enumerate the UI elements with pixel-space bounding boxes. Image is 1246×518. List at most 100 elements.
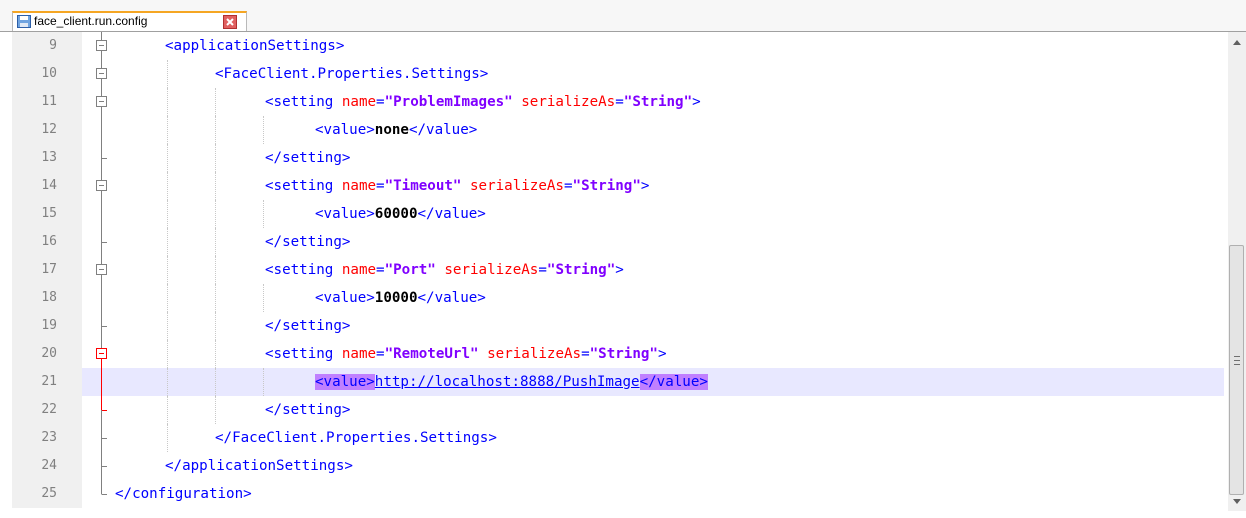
grip-icon — [1234, 356, 1240, 365]
code-text[interactable]: </setting> — [265, 396, 350, 424]
code-line[interactable]: 22 </setting> — [12, 396, 1224, 424]
line-number: 15 — [12, 200, 82, 228]
code-line[interactable]: 25 </configuration> — [12, 480, 1224, 508]
xml-tag: <FaceClient.Properties.Settings> — [215, 66, 489, 82]
tab-title: face_client.run.config — [34, 14, 148, 28]
xml-tag: > — [640, 178, 650, 194]
xml-tag — [513, 94, 522, 110]
xml-text: 60000 — [374, 206, 418, 222]
code-line[interactable]: 9 <applicationSettings> — [12, 32, 1224, 60]
line-number: 25 — [12, 480, 82, 508]
code-text[interactable]: <value>none</value> — [315, 116, 477, 144]
code-line[interactable]: 24 </applicationSettings> — [12, 452, 1224, 480]
xml-tag: <setting — [265, 178, 342, 194]
code-text[interactable]: </FaceClient.Properties.Settings> — [215, 424, 497, 452]
fold-collapse-icon[interactable] — [92, 172, 112, 200]
code-line[interactable]: 11 <setting name="ProblemImages" serializ… — [12, 88, 1224, 116]
xml-tag: > — [657, 346, 667, 362]
arrow-down-icon[interactable] — [1233, 499, 1241, 504]
code-text[interactable]: <setting name="Port" serializeAs="String… — [265, 256, 624, 284]
xml-tag: </value> — [417, 206, 486, 222]
fold-end-icon — [101, 228, 107, 256]
xml-tag: = — [376, 262, 385, 278]
code-text[interactable]: <setting name="ProblemImages" serializeA… — [265, 88, 701, 116]
code-line[interactable]: 21 <value>http://localhost:8888/PushImage… — [12, 368, 1224, 396]
indent-guide — [215, 88, 216, 116]
code-text[interactable]: <FaceClient.Properties.Settings> — [215, 60, 488, 88]
fold-end-icon — [101, 452, 107, 480]
code-text[interactable]: <value>http://localhost:8888/PushImage</… — [315, 368, 708, 396]
code-line[interactable]: 19 </setting> — [12, 312, 1224, 340]
indent-guide — [167, 368, 168, 396]
tab-bar: face_client.run.config — [0, 0, 1246, 32]
code-text[interactable]: </configuration> — [115, 480, 252, 508]
code-line[interactable]: 13 </setting> — [12, 144, 1224, 172]
xml-attribute-value: "String" — [623, 94, 693, 110]
fold-end-icon — [101, 144, 107, 172]
xml-tag: > — [615, 262, 624, 278]
indent-guide — [167, 228, 168, 256]
code-text[interactable]: <setting name="RemoteUrl" serializeAs="S… — [265, 340, 667, 368]
indent-guide — [215, 172, 216, 200]
code-line[interactable]: 15 <value>60000</value> — [12, 200, 1224, 228]
line-number: 9 — [12, 32, 82, 60]
code-text[interactable]: </setting> — [265, 144, 350, 172]
code-text[interactable]: <setting name="Timeout" serializeAs="Str… — [265, 172, 649, 200]
fold-end-icon — [101, 480, 107, 495]
code-line[interactable]: 12 <value>none</value> — [12, 116, 1224, 144]
fold-collapse-icon[interactable] — [92, 32, 112, 60]
xml-tag: <value> — [315, 290, 375, 306]
code-text[interactable]: </applicationSettings> — [165, 452, 353, 480]
xml-attribute: name — [341, 94, 377, 110]
code-line[interactable]: 17 <setting name="Port" serializeAs="Stri… — [12, 256, 1224, 284]
xml-attribute: name — [341, 262, 377, 278]
url-link[interactable]: http://localhost:8888/PushImage — [375, 374, 640, 390]
close-icon[interactable] — [223, 15, 237, 29]
fold-end-icon — [101, 396, 107, 424]
vertical-scrollbar[interactable] — [1228, 32, 1246, 511]
code-text[interactable]: </setting> — [265, 228, 350, 256]
code-line[interactable]: 23 </FaceClient.Properties.Settings> — [12, 424, 1224, 452]
arrow-up-icon[interactable] — [1233, 40, 1241, 45]
code-line[interactable]: 14 <setting name="Timeout" serializeAs="S… — [12, 172, 1224, 200]
xml-tag: <applicationSettings> — [165, 38, 345, 54]
code-editor[interactable]: 9 <applicationSettings> 10 <FaceClient.Prop… — [12, 32, 1224, 511]
fold-collapse-icon[interactable] — [92, 256, 112, 284]
fold-collapse-icon[interactable] — [92, 340, 112, 368]
code-line[interactable]: 16 </setting> — [12, 228, 1224, 256]
indent-guide — [167, 256, 168, 284]
code-text[interactable]: <applicationSettings> — [165, 32, 344, 60]
code-line[interactable]: 18 <value>10000</value> — [12, 284, 1224, 312]
save-icon — [17, 15, 31, 28]
code-text[interactable]: <value>10000</value> — [315, 284, 486, 312]
tab-file[interactable]: face_client.run.config — [12, 11, 247, 31]
code-text[interactable]: </setting> — [265, 312, 350, 340]
fold-line-icon — [101, 200, 102, 228]
xml-attribute-value: "String" — [572, 178, 641, 194]
xml-attribute-value: "String" — [589, 346, 658, 362]
line-number: 23 — [12, 424, 82, 452]
xml-attribute: serializeAs — [470, 178, 564, 194]
indent-guide — [215, 256, 216, 284]
code-text[interactable]: <value>60000</value> — [315, 200, 486, 228]
scrollbar-thumb[interactable] — [1229, 245, 1244, 495]
xml-tag: = — [581, 346, 590, 362]
xml-tag: </setting> — [265, 318, 351, 334]
indent-guide — [215, 368, 216, 396]
code-line[interactable]: 10 <FaceClient.Properties.Settings> — [12, 60, 1224, 88]
fold-collapse-icon[interactable] — [92, 60, 112, 88]
indent-guide — [215, 340, 216, 368]
xml-attribute-value: "String" — [546, 262, 616, 278]
xml-tag: = — [376, 94, 385, 110]
line-number: 17 — [12, 256, 82, 284]
indent-guide — [167, 116, 168, 144]
indent-guide — [167, 88, 168, 116]
xml-tag: </applicationSettings> — [165, 458, 353, 474]
code-line[interactable]: 20 <setting name="RemoteUrl" serializeAs=… — [12, 340, 1224, 368]
xml-tag — [479, 346, 488, 362]
xml-attribute-value: "ProblemImages" — [384, 94, 513, 110]
xml-text: 10000 — [374, 290, 418, 306]
fold-collapse-icon[interactable] — [92, 88, 112, 116]
line-number: 20 — [12, 340, 82, 368]
xml-tag: </value> — [408, 122, 478, 138]
